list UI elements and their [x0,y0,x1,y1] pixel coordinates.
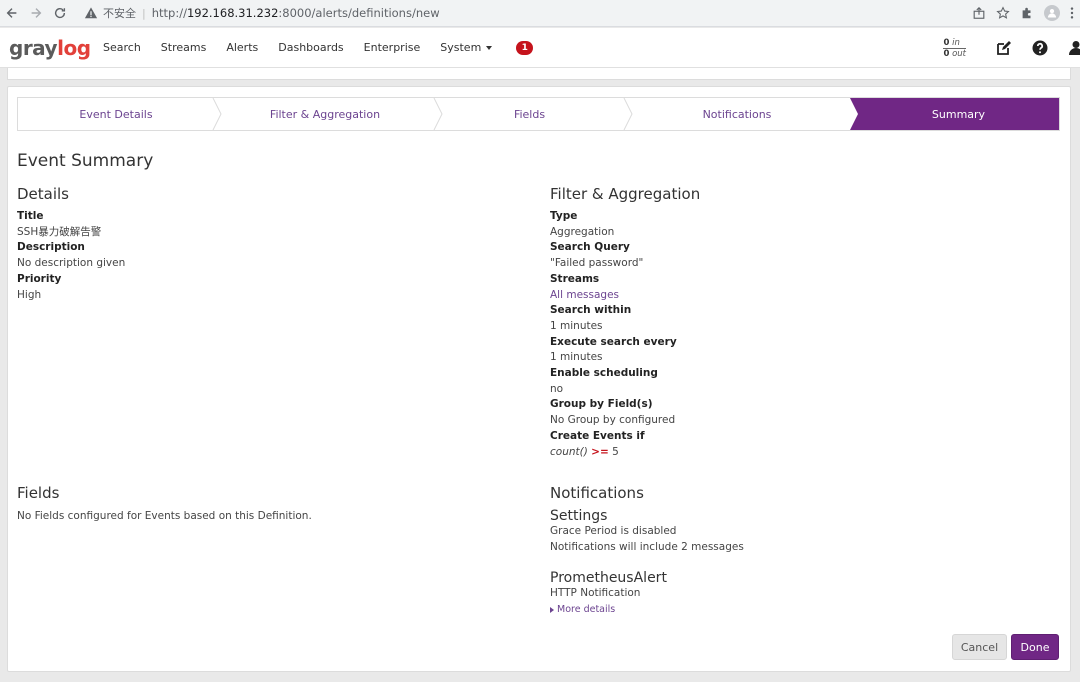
page-header-strip [7,68,1071,80]
profile-avatar[interactable] [1044,5,1060,21]
menu-dots-icon[interactable] [1070,6,1074,20]
group-by-value: No Group by configured [550,414,676,427]
nav-streams[interactable]: Streams [161,41,207,54]
wizard-step-event-details[interactable]: Event Details [18,98,214,130]
execute-every-label: Execute search every [550,335,677,348]
summary-heading: Event Summary [17,151,154,171]
settings-heading: Settings [550,508,608,524]
url-separator: | [142,6,146,20]
title-value: SSH暴力破解告警 [17,225,102,238]
share-icon[interactable] [972,6,986,20]
search-query-value: "Failed password" [550,257,644,270]
create-events-condition: count() >= 5 [550,445,619,458]
scheduling-value: no [550,382,564,395]
reload-icon[interactable] [48,1,72,25]
nav-alerts[interactable]: Alerts [226,41,258,54]
event-definition-form: Event Details Filter & Aggregation Field… [7,86,1071,672]
back-icon[interactable] [0,1,24,25]
more-details-link[interactable]: More details [550,604,615,615]
filter-list: Type Aggregation Search Query "Failed pa… [550,209,1050,460]
forward-icon[interactable] [24,1,48,25]
caret-right-icon [550,606,554,613]
fields-empty-text: No Fields configured for Events based on… [17,510,312,522]
streams-link[interactable]: All messages [550,288,1050,304]
notification-badge[interactable]: 1 [516,40,534,55]
type-label: Type [550,210,578,222]
app-navbar: graylog Search Streams Alerts Dashboards… [0,28,1080,68]
nav-enterprise[interactable]: Enterprise [364,41,421,54]
notification-type: HTTP Notification [550,587,641,599]
chevron-down-icon [486,45,493,50]
priority-value: High [17,288,42,301]
grace-period-text: Grace Period is disabled [550,525,677,537]
warning-icon [84,7,98,19]
url-text: http://192.168.31.232:8000/alerts/defini… [151,6,440,20]
edit-icon[interactable] [996,40,1012,56]
notifications-heading: Notifications [550,484,644,502]
done-button[interactable]: Done [1011,634,1059,660]
include-messages-text: Notifications will include 2 messages [550,541,744,553]
help-icon[interactable] [1032,40,1048,56]
nav-search[interactable]: Search [103,41,141,54]
notification-title: PrometheusAlert [550,570,667,586]
browser-toolbar: 不安全 | http://192.168.31.232:8000/alerts/… [0,0,1080,27]
cancel-button[interactable]: Cancel [952,634,1007,660]
wizard-step-filter-aggregation[interactable]: Filter & Aggregation [221,98,429,130]
details-list: Title SSH暴力破解告警 Description No descripti… [17,209,517,303]
priority-label: Priority [17,272,62,285]
star-icon[interactable] [996,6,1010,20]
type-value: Aggregation [550,225,615,238]
nav-system-label: System [440,41,482,54]
scheduling-label: Enable scheduling [550,367,658,380]
insecure-label: 不安全 [103,7,136,20]
nav-system[interactable]: System [440,41,493,54]
streams-label: Streams [550,272,600,285]
execute-every-value: 1 minutes [550,351,603,364]
wizard-steps: Event Details Filter & Aggregation Field… [17,97,1060,131]
address-bar[interactable]: 不安全 | http://192.168.31.232:8000/alerts/… [84,2,972,24]
fields-heading: Fields [17,484,60,502]
details-heading: Details [17,185,70,203]
title-label: Title [17,210,44,222]
wizard-step-fields[interactable]: Fields [442,98,617,130]
wizard-step-summary[interactable]: Summary [858,98,1059,130]
graylog-logo[interactable]: graylog [9,36,93,60]
extensions-icon[interactable] [1020,6,1034,20]
search-within-label: Search within [550,304,632,317]
filter-heading: Filter & Aggregation [550,185,701,203]
create-events-label: Create Events if [550,429,645,442]
nav-dashboards[interactable]: Dashboards [278,41,343,54]
description-value: No description given [17,257,126,270]
description-label: Description [17,241,85,254]
throughput-indicator[interactable]: 0 in 0 out [943,38,966,59]
search-within-value: 1 minutes [550,319,603,332]
wizard-step-notifications[interactable]: Notifications [632,98,842,130]
user-icon[interactable] [1068,40,1080,56]
more-details-label: More details [557,604,616,615]
group-by-label: Group by Field(s) [550,398,653,411]
search-query-label: Search Query [550,241,630,254]
